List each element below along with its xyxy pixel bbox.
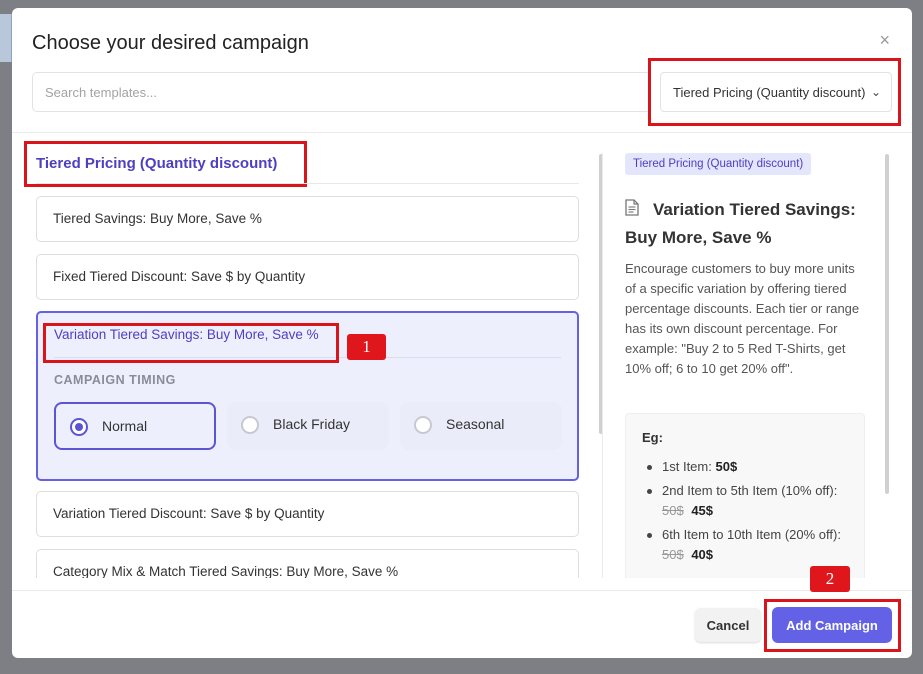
preview-title: Variation Tiered Savings: Buy More, Save…: [625, 200, 856, 247]
example-price: 45$: [691, 503, 714, 518]
example-old-price: 50$: [662, 503, 684, 518]
highlight-add-campaign: [764, 599, 901, 652]
template-item[interactable]: Fixed Tiered Discount: Save $ by Quantit…: [36, 254, 579, 300]
close-icon[interactable]: ×: [879, 30, 890, 51]
highlight-selected-template: [43, 323, 339, 363]
timing-option-seasonal[interactable]: Seasonal: [400, 402, 562, 450]
cancel-button[interactable]: Cancel: [695, 608, 761, 642]
example-price: 50$: [715, 459, 738, 474]
radio-unchecked-icon: [414, 416, 432, 434]
section-divider: [36, 183, 579, 184]
highlight-section-title: [24, 141, 307, 187]
example-item: 1st Item: 50$: [642, 457, 848, 477]
timing-option-label: Normal: [102, 418, 148, 434]
template-item[interactable]: Tiered Savings: Buy More, Save %: [36, 196, 579, 242]
timing-option-label: Seasonal: [446, 416, 505, 432]
preview-category-tag: Tiered Pricing (Quantity discount): [625, 153, 812, 175]
template-list-panel: Tiered Pricing (Quantity discount) Tiere…: [12, 133, 592, 578]
example-item: 2nd Item to 5th Item (10% off): 50$ 45$: [642, 481, 848, 521]
example-old-price: 50$: [662, 547, 684, 562]
timing-option-label: Black Friday: [273, 416, 351, 432]
template-item-label: Category Mix & Match Tiered Savings: Buy…: [53, 564, 399, 578]
radio-checked-icon: [70, 418, 88, 436]
annotation-marker-2: 2: [810, 566, 850, 592]
example-list: 1st Item: 50$ 2nd Item to 5th Item (10% …: [642, 457, 848, 565]
example-label: 1st Item:: [662, 459, 712, 474]
example-label: 6th Item to 10th Item (20% off):: [662, 527, 841, 542]
example-title: Eg:: [642, 430, 663, 445]
template-item[interactable]: Variation Tiered Discount: Save $ by Qua…: [36, 491, 579, 537]
example-label: 2nd Item to 5th Item (10% off):: [662, 483, 838, 498]
template-item[interactable]: Category Mix & Match Tiered Savings: Buy…: [36, 549, 579, 578]
campaign-modal: Choose your desired campaign × Tiered Pr…: [12, 8, 912, 658]
timing-option-normal[interactable]: Normal: [54, 402, 216, 450]
preview-description: Encourage customers to buy more units of…: [625, 261, 860, 376]
template-preview-panel: Tiered Pricing (Quantity discount) Varia…: [602, 153, 887, 578]
preview-scrollbar[interactable]: [885, 154, 889, 494]
template-item-label: Variation Tiered Discount: Save $ by Qua…: [53, 506, 325, 521]
example-item: 6th Item to 10th Item (20% off): 50$ 40$: [642, 525, 848, 565]
modal-title: Choose your desired campaign: [32, 32, 309, 54]
annotation-marker-1: 1: [347, 334, 386, 360]
search-templates-input[interactable]: [32, 72, 648, 112]
footer-divider: [12, 590, 912, 591]
template-item-label: Fixed Tiered Discount: Save $ by Quantit…: [53, 269, 306, 284]
template-item-label: Tiered Savings: Buy More, Save %: [53, 211, 262, 226]
radio-unchecked-icon: [241, 416, 259, 434]
highlight-category-select: [648, 58, 901, 126]
example-price: 40$: [691, 547, 714, 562]
timing-option-black-friday[interactable]: Black Friday: [227, 402, 389, 450]
campaign-timing-label: CAMPAIGN TIMING: [54, 373, 176, 387]
background-page-strip: [0, 14, 12, 62]
example-box: Eg: 1st Item: 50$ 2nd Item to 5th Item (…: [625, 413, 865, 578]
